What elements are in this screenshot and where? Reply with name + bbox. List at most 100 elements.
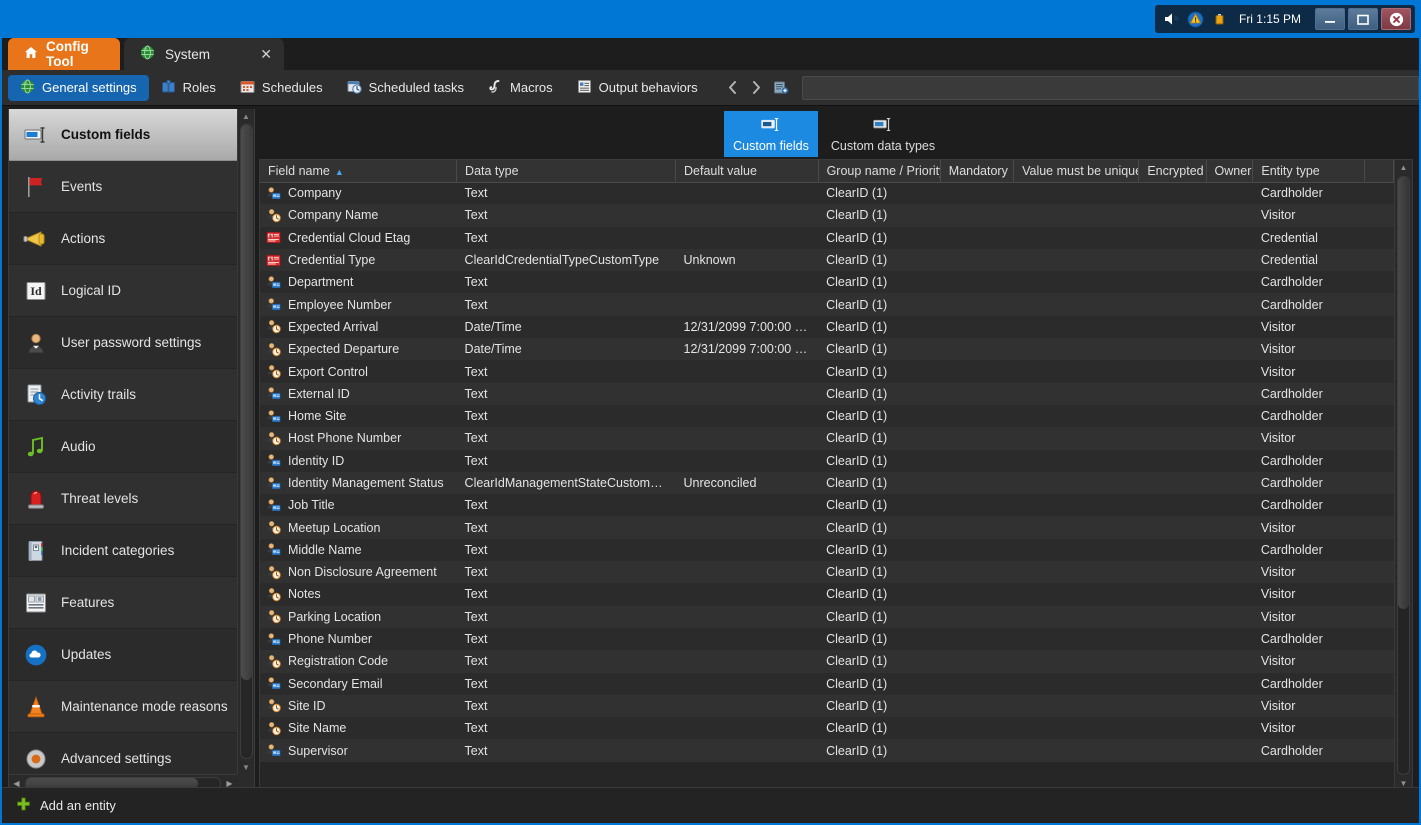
cell-unique[interactable]: [1014, 695, 1139, 717]
cell-encrypted[interactable]: [1139, 561, 1206, 583]
cell-encrypted[interactable]: [1139, 249, 1206, 271]
cell-default-value[interactable]: Unreconciled: [676, 472, 819, 494]
table-row[interactable]: Non Disclosure AgreementTextClearID (1)V…: [260, 561, 1394, 583]
sidebar-item-activity-trails[interactable]: Activity trails: [9, 369, 239, 421]
cell-entity-type[interactable]: Cardholder: [1253, 494, 1365, 516]
cell-mandatory[interactable]: [940, 249, 1013, 271]
table-row[interactable]: Job TitleTextClearID (1)Cardholder: [260, 494, 1394, 516]
cell-encrypted[interactable]: [1139, 360, 1206, 382]
cell-mandatory[interactable]: [940, 427, 1013, 449]
cell-field-name[interactable]: Supervisor: [260, 739, 457, 761]
cell-entity-type[interactable]: Visitor: [1253, 695, 1365, 717]
cell-default-value[interactable]: [676, 561, 819, 583]
cell-encrypted[interactable]: [1139, 204, 1206, 226]
minimize-button[interactable]: [1315, 8, 1345, 30]
cell-default-value[interactable]: [676, 427, 819, 449]
cell-field-name[interactable]: Credential Cloud Etag: [260, 227, 457, 249]
cell-field-name[interactable]: Credential Type: [260, 249, 457, 271]
cell-data-type[interactable]: ClearIdManagementStateCustomType: [457, 472, 676, 494]
column-header-group-name[interactable]: Group name / Priority: [818, 160, 940, 182]
cell-owner[interactable]: [1206, 516, 1253, 538]
cell-owner[interactable]: [1206, 739, 1253, 761]
cell-data-type[interactable]: Text: [457, 673, 676, 695]
cell-unique[interactable]: [1014, 494, 1139, 516]
cell-default-value[interactable]: 12/31/2099 7:00:00 PM: [676, 338, 819, 360]
cell-entity-type[interactable]: Visitor: [1253, 606, 1365, 628]
cell-entity-type[interactable]: Visitor: [1253, 204, 1365, 226]
cell-mandatory[interactable]: [940, 539, 1013, 561]
cell-unique[interactable]: [1014, 628, 1139, 650]
cell-data-type[interactable]: Text: [457, 650, 676, 672]
cell-group-name[interactable]: ClearID (1): [818, 717, 940, 739]
cell-default-value[interactable]: [676, 182, 819, 204]
cell-default-value[interactable]: [676, 583, 819, 605]
cell-field-name[interactable]: Expected Departure: [260, 338, 457, 360]
cell-encrypted[interactable]: [1139, 516, 1206, 538]
maximize-button[interactable]: [1348, 8, 1378, 30]
cell-entity-type[interactable]: Cardholder: [1253, 271, 1365, 293]
battery-icon[interactable]: [1211, 10, 1229, 28]
tab-system[interactable]: System ✕: [124, 38, 284, 70]
cell-field-name[interactable]: Export Control: [260, 360, 457, 382]
cell-data-type[interactable]: Text: [457, 561, 676, 583]
cell-encrypted[interactable]: [1139, 606, 1206, 628]
cell-data-type[interactable]: Text: [457, 271, 676, 293]
cell-unique[interactable]: [1014, 472, 1139, 494]
close-icon[interactable]: ✕: [260, 46, 272, 63]
cell-group-name[interactable]: ClearID (1): [818, 450, 940, 472]
cell-encrypted[interactable]: [1139, 427, 1206, 449]
cell-encrypted[interactable]: [1139, 717, 1206, 739]
cell-data-type[interactable]: Text: [457, 516, 676, 538]
cell-owner[interactable]: [1206, 628, 1253, 650]
cell-field-name[interactable]: Identity ID: [260, 450, 457, 472]
cell-owner[interactable]: [1206, 271, 1253, 293]
sidebar-item-custom-fields[interactable]: Custom fields: [9, 109, 239, 161]
cell-encrypted[interactable]: [1139, 271, 1206, 293]
cell-group-name[interactable]: ClearID (1): [818, 182, 940, 204]
search-input[interactable]: [802, 76, 1419, 100]
cell-mandatory[interactable]: [940, 383, 1013, 405]
cell-entity-type[interactable]: Cardholder: [1253, 673, 1365, 695]
cell-data-type[interactable]: Text: [457, 695, 676, 717]
cell-entity-type[interactable]: Visitor: [1253, 561, 1365, 583]
cell-default-value[interactable]: [676, 606, 819, 628]
cell-data-type[interactable]: Text: [457, 628, 676, 650]
cell-field-name[interactable]: Department: [260, 271, 457, 293]
cell-entity-type[interactable]: Visitor: [1253, 583, 1365, 605]
cell-data-type[interactable]: Text: [457, 427, 676, 449]
cell-unique[interactable]: [1014, 204, 1139, 226]
ribbon-tab-roles[interactable]: Roles: [149, 75, 228, 101]
cell-owner[interactable]: [1206, 316, 1253, 338]
cell-entity-type[interactable]: Cardholder: [1253, 383, 1365, 405]
cell-owner[interactable]: [1206, 450, 1253, 472]
plus-icon[interactable]: [16, 797, 31, 815]
column-header-data-type[interactable]: Data type: [457, 160, 676, 182]
cell-group-name[interactable]: ClearID (1): [818, 494, 940, 516]
cell-group-name[interactable]: ClearID (1): [818, 673, 940, 695]
cell-default-value[interactable]: [676, 494, 819, 516]
sidebar-item-features[interactable]: Features: [9, 577, 239, 629]
cell-encrypted[interactable]: [1139, 494, 1206, 516]
cell-data-type[interactable]: Text: [457, 227, 676, 249]
cell-encrypted[interactable]: [1139, 628, 1206, 650]
cell-default-value[interactable]: [676, 695, 819, 717]
cell-group-name[interactable]: ClearID (1): [818, 606, 940, 628]
cell-data-type[interactable]: Text: [457, 739, 676, 761]
cell-field-name[interactable]: Phone Number: [260, 628, 457, 650]
tab-config-tool[interactable]: Config Tool: [8, 38, 120, 70]
cell-encrypted[interactable]: [1139, 739, 1206, 761]
cell-field-name[interactable]: Employee Number: [260, 293, 457, 315]
cell-field-name[interactable]: Notes: [260, 583, 457, 605]
cell-data-type[interactable]: Text: [457, 405, 676, 427]
cell-group-name[interactable]: ClearID (1): [818, 516, 940, 538]
cell-group-name[interactable]: ClearID (1): [818, 227, 940, 249]
sidebar-item-actions[interactable]: Actions: [9, 213, 239, 265]
cell-default-value[interactable]: [676, 227, 819, 249]
cell-owner[interactable]: [1206, 650, 1253, 672]
cell-data-type[interactable]: Text: [457, 539, 676, 561]
scroll-track[interactable]: [240, 124, 253, 759]
cell-group-name[interactable]: ClearID (1): [818, 427, 940, 449]
cell-unique[interactable]: [1014, 583, 1139, 605]
cell-data-type[interactable]: Text: [457, 360, 676, 382]
cell-field-name[interactable]: Meetup Location: [260, 516, 457, 538]
